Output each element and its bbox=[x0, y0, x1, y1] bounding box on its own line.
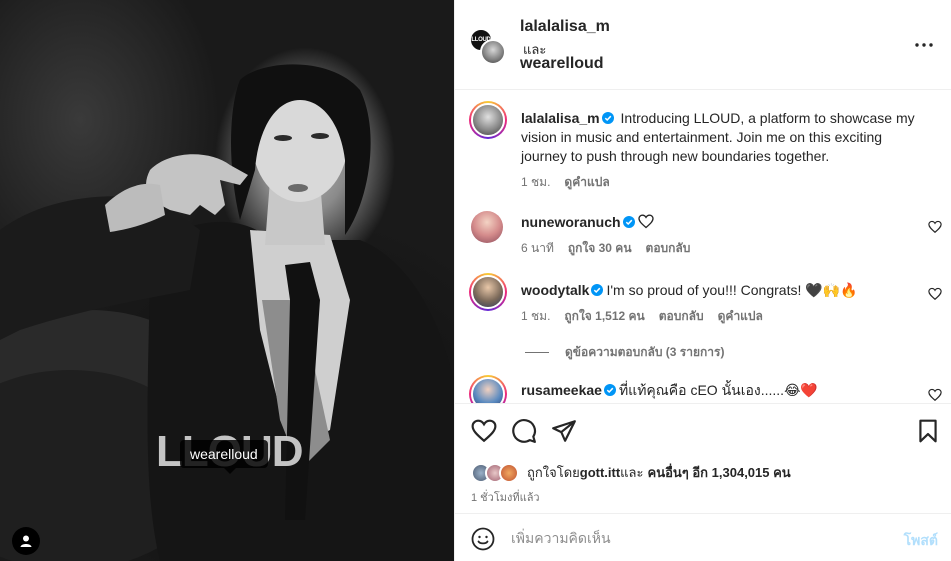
verified-badge-icon bbox=[622, 216, 635, 228]
verified-badge-icon bbox=[601, 112, 614, 124]
avatar-lalalalisa[interactable] bbox=[480, 39, 506, 65]
comment-text: nuneworanuch bbox=[521, 213, 921, 232]
post-timestamp[interactable]: 1 ชั่วโมงที่แล้ว bbox=[471, 488, 540, 506]
liker-avatars bbox=[471, 462, 523, 483]
replies-divider bbox=[525, 352, 549, 353]
comment-input[interactable] bbox=[511, 526, 891, 550]
likes-prefix: ถูกใจโดย bbox=[527, 465, 580, 480]
like-heart-icon[interactable] bbox=[471, 418, 497, 444]
person-icon bbox=[20, 535, 32, 547]
view-replies-button[interactable]: ดูข้อความตอบกลับ (3 รายการ) bbox=[525, 343, 724, 362]
post-details-panel: LLOUD lalalalisa_m และ wearelloud lalala… bbox=[454, 0, 951, 561]
caption-username[interactable]: lalalalisa_m bbox=[521, 110, 600, 126]
liker-avatar[interactable] bbox=[499, 462, 519, 483]
portrait-illustration bbox=[0, 64, 454, 561]
comment-username[interactable]: nuneworanuch bbox=[521, 214, 621, 230]
commenter-avatar[interactable] bbox=[471, 211, 503, 243]
comment-username[interactable]: woodytalk bbox=[521, 282, 589, 298]
likes-others-link[interactable]: คนอื่นๆ อีก 1,304,015 คน bbox=[648, 462, 791, 483]
more-options-button[interactable] bbox=[913, 34, 935, 56]
comment-translate-link[interactable]: ดูคำแปล bbox=[718, 307, 763, 326]
collab-avatars[interactable]: LLOUD bbox=[469, 28, 506, 65]
share-paper-plane-icon[interactable] bbox=[551, 418, 577, 444]
caption-time[interactable]: 1 ชม. bbox=[521, 173, 550, 192]
comment-text: rusameekae ที่แท้คุณคือ cEO นั้นเอง......… bbox=[521, 381, 921, 400]
comments-list[interactable]: lalalalisa_m Introducing LLOUD, a platfo… bbox=[455, 91, 951, 403]
comment-like-heart-icon[interactable] bbox=[928, 287, 942, 301]
comment-bubble-icon[interactable] bbox=[511, 418, 537, 444]
comment-time[interactable]: 6 นาที bbox=[521, 239, 554, 258]
likes-middle: และ bbox=[620, 465, 644, 480]
user-tag-label[interactable]: wearelloud bbox=[180, 440, 268, 474]
comment-text: woodytalk I'm so proud of you!!! Congrats… bbox=[521, 281, 921, 300]
comment-username[interactable]: rusameekae bbox=[521, 382, 602, 398]
post-comment-button[interactable]: โพสต์ bbox=[904, 530, 938, 552]
user-tags-button[interactable] bbox=[12, 527, 40, 555]
comment-likes[interactable]: ถูกใจ 1,512 คน bbox=[564, 307, 644, 326]
post-header: LLOUD lalalalisa_m และ wearelloud bbox=[455, 0, 951, 90]
add-comment-bar: โพสต์ bbox=[455, 513, 951, 561]
verified-badge-icon bbox=[591, 284, 604, 296]
view-replies-label: ดูข้อความตอบกลับ (3 รายการ) bbox=[565, 345, 725, 359]
post-actions: ถูกใจโดย gott.itt และ คนอื่นๆ อีก 1,304,… bbox=[455, 403, 951, 513]
comment-reply-button[interactable]: ตอบกลับ bbox=[646, 239, 691, 258]
more-dots-icon bbox=[915, 43, 933, 47]
heart-outline-icon bbox=[637, 214, 654, 229]
emoji-icon[interactable] bbox=[471, 527, 495, 551]
comment-meta: 6 นาที ถูกใจ 30 คน ตอบกลับ bbox=[521, 239, 690, 258]
comment-like-heart-icon[interactable] bbox=[928, 388, 942, 402]
collaborator-username[interactable]: wearelloud bbox=[520, 55, 604, 73]
comment-like-heart-icon[interactable] bbox=[928, 220, 942, 234]
author-username[interactable]: lalalalisa_m bbox=[520, 18, 610, 36]
likes-summary: ถูกใจโดย gott.itt และ คนอื่นๆ อีก 1,304,… bbox=[471, 462, 791, 483]
comment-reply-button[interactable]: ตอบกลับ bbox=[659, 307, 704, 326]
comment-time[interactable]: 1 ชม. bbox=[521, 307, 550, 326]
comment-body: I'm so proud of you!!! Congrats! 🖤🙌🔥 bbox=[606, 282, 858, 298]
comment-body: ที่แท้คุณคือ cEO นั้นเอง......😂❤️ bbox=[618, 382, 818, 398]
caption-text: lalalalisa_m Introducing LLOUD, a platfo… bbox=[521, 109, 921, 166]
commenter-avatar[interactable] bbox=[469, 273, 507, 311]
comment-likes[interactable]: ถูกใจ 30 คน bbox=[568, 239, 632, 258]
caption-translate-link[interactable]: ดูคำแปล bbox=[564, 173, 609, 192]
post-image[interactable]: LLOUD wearelloud bbox=[0, 0, 454, 561]
likes-user-link[interactable]: gott.itt bbox=[580, 465, 620, 480]
verified-badge-icon bbox=[603, 384, 616, 396]
commenter-avatar[interactable] bbox=[469, 375, 507, 403]
comment-meta: 1 ชม. ถูกใจ 1,512 คน ตอบกลับ ดูคำแปล bbox=[521, 307, 763, 326]
caption-meta: 1 ชม. ดูคำแปล bbox=[521, 173, 610, 192]
caption-avatar[interactable] bbox=[469, 101, 507, 139]
save-bookmark-icon[interactable] bbox=[915, 418, 941, 444]
